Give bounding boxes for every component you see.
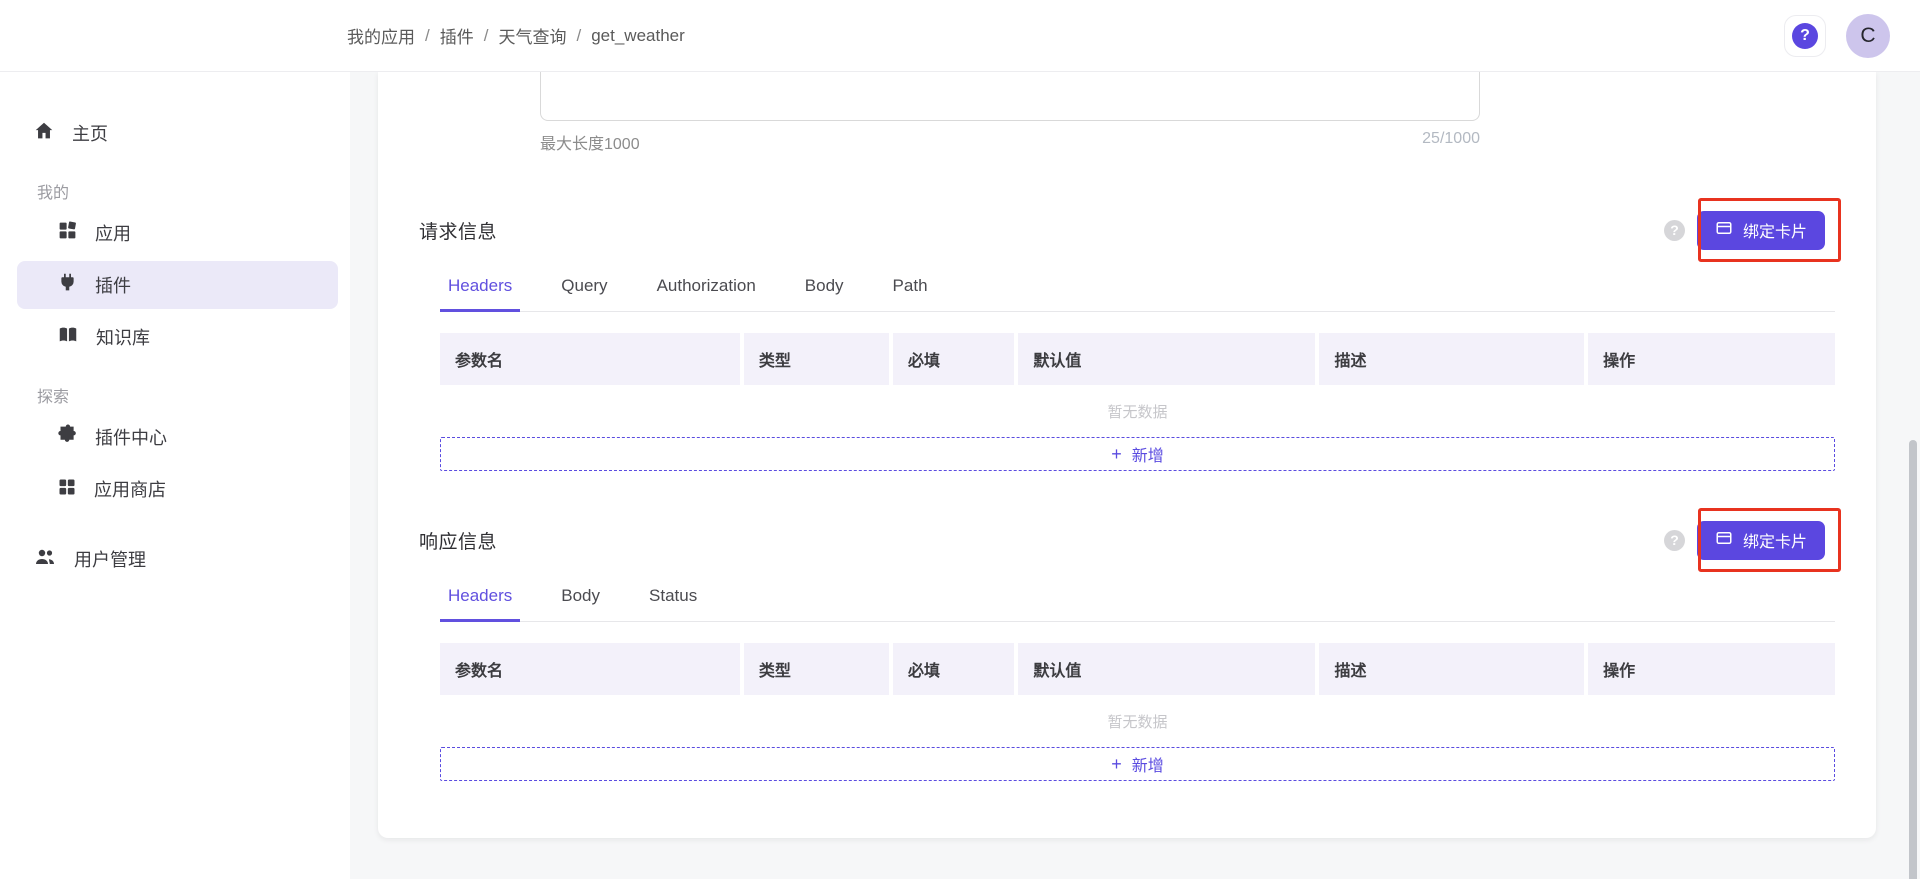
main-area: 最大长度1000 25/1000 请求信息 ? 绑定卡片	[350, 72, 1920, 879]
response-section-header: 响应信息 ? 绑定卡片	[419, 520, 1835, 560]
request-tabs: Headers Query Authorization Body Path	[440, 266, 1835, 312]
add-label: 新增	[1132, 442, 1164, 466]
sidebar-item-plugin-center[interactable]: 插件中心	[17, 413, 338, 461]
col-description: 描述	[1319, 333, 1584, 385]
char-counter: 25/1000	[1422, 130, 1480, 154]
sidebar-item-label: 应用	[95, 220, 131, 246]
col-required: 必填	[893, 333, 1014, 385]
sidebar-item-user-management[interactable]: 用户管理	[17, 535, 338, 583]
home-icon	[33, 120, 55, 147]
tab-query[interactable]: Query	[553, 266, 615, 312]
request-params-table: 参数名 类型 必填 默认值 描述 操作 暂无数据 + 新增	[440, 333, 1835, 471]
plugin-config-card: 最大长度1000 25/1000 请求信息 ? 绑定卡片	[378, 72, 1876, 838]
col-default: 默认值	[1018, 333, 1315, 385]
sidebar-section-explore: 探索	[37, 383, 350, 407]
description-textarea[interactable]	[540, 72, 1480, 121]
request-section-title: 请求信息	[419, 217, 497, 244]
bind-card-label: 绑定卡片	[1743, 528, 1807, 552]
question-mark-icon: ?	[1792, 23, 1818, 49]
users-icon	[33, 545, 57, 574]
plus-icon: +	[1111, 444, 1122, 465]
bind-card-label: 绑定卡片	[1743, 218, 1807, 242]
vertical-scrollbar[interactable]	[1909, 440, 1917, 879]
sidebar-item-home[interactable]: 主页	[17, 109, 338, 157]
tab-headers[interactable]: Headers	[440, 266, 520, 312]
breadcrumb: 我的应用 / 插件 / 天气查询 / get_weather	[347, 23, 685, 48]
tab-body[interactable]: Body	[553, 576, 608, 622]
breadcrumb-separator: /	[484, 26, 489, 46]
col-required: 必填	[893, 643, 1014, 695]
breadcrumb-plugins[interactable]: 插件	[440, 23, 474, 48]
sidebar-item-label: 应用商店	[94, 476, 166, 502]
col-actions: 操作	[1588, 643, 1835, 695]
tab-headers[interactable]: Headers	[440, 576, 520, 622]
sidebar-item-label: 主页	[72, 120, 108, 146]
col-actions: 操作	[1588, 333, 1835, 385]
request-section-header: 请求信息 ? 绑定卡片	[419, 210, 1835, 250]
sidebar-section-mine: 我的	[37, 179, 350, 203]
request-section-actions: ? 绑定卡片	[1664, 211, 1835, 250]
apps-icon	[57, 220, 78, 246]
sidebar: 主页 我的 应用 插件 知识库 探索	[0, 72, 350, 879]
topbar-actions: ? C	[1784, 14, 1890, 58]
response-params-table: 参数名 类型 必填 默认值 描述 操作 暂无数据 + 新增	[440, 643, 1835, 781]
avatar[interactable]: C	[1846, 14, 1890, 58]
breadcrumb-current-page: get_weather	[591, 26, 685, 46]
col-param-name: 参数名	[440, 643, 740, 695]
sidebar-item-label: 插件	[95, 272, 131, 298]
bind-card-button-request[interactable]: 绑定卡片	[1697, 211, 1825, 250]
tooltip-question-icon[interactable]: ?	[1664, 530, 1685, 551]
sidebar-item-label: 用户管理	[74, 546, 146, 572]
col-type: 类型	[744, 643, 889, 695]
help-button[interactable]: ?	[1784, 15, 1826, 57]
add-label: 新增	[1132, 752, 1164, 776]
card-icon	[1715, 219, 1733, 242]
sidebar-item-label: 插件中心	[95, 424, 167, 450]
col-type: 类型	[744, 333, 889, 385]
plugin-icon	[57, 272, 78, 298]
breadcrumb-my-apps[interactable]: 我的应用	[347, 23, 415, 48]
col-param-name: 参数名	[440, 333, 740, 385]
plus-icon: +	[1111, 754, 1122, 775]
tab-body[interactable]: Body	[797, 266, 852, 312]
puzzle-icon	[57, 424, 78, 450]
book-icon	[57, 324, 79, 351]
response-section-actions: ? 绑定卡片	[1664, 521, 1835, 560]
sidebar-item-knowledge[interactable]: 知识库	[17, 313, 338, 361]
bind-card-button-response[interactable]: 绑定卡片	[1697, 521, 1825, 560]
sidebar-item-app-store[interactable]: 应用商店	[17, 465, 338, 513]
breadcrumb-separator: /	[576, 26, 581, 46]
add-row-button-response[interactable]: + 新增	[440, 747, 1835, 781]
empty-data-text: 暂无数据	[440, 711, 1835, 732]
app-root: 我的应用 / 插件 / 天气查询 / get_weather ? C 主页 我的	[0, 0, 1920, 879]
card-icon	[1715, 529, 1733, 552]
app-store-icon	[57, 477, 77, 502]
response-section-title: 响应信息	[419, 527, 497, 554]
sidebar-item-label: 知识库	[96, 324, 150, 350]
table-header-row: 参数名 类型 必填 默认值 描述 操作	[440, 333, 1835, 385]
add-row-button-request[interactable]: + 新增	[440, 437, 1835, 471]
tab-status[interactable]: Status	[641, 576, 705, 622]
max-length-hint: 最大长度1000	[540, 130, 640, 154]
tooltip-question-icon[interactable]: ?	[1664, 220, 1685, 241]
textarea-hint-row: 最大长度1000 25/1000	[540, 130, 1480, 154]
empty-data-text: 暂无数据	[440, 401, 1835, 422]
col-default: 默认值	[1018, 643, 1315, 695]
tab-path[interactable]: Path	[885, 266, 936, 312]
sidebar-item-plugins[interactable]: 插件	[17, 261, 338, 309]
col-description: 描述	[1319, 643, 1584, 695]
response-tabs: Headers Body Status	[440, 576, 1835, 622]
tab-authorization[interactable]: Authorization	[649, 266, 764, 312]
top-header: 我的应用 / 插件 / 天气查询 / get_weather ? C	[0, 0, 1920, 72]
table-header-row: 参数名 类型 必填 默认值 描述 操作	[440, 643, 1835, 695]
breadcrumb-separator: /	[425, 26, 430, 46]
sidebar-item-apps[interactable]: 应用	[17, 209, 338, 257]
breadcrumb-weather-query[interactable]: 天气查询	[498, 23, 566, 48]
